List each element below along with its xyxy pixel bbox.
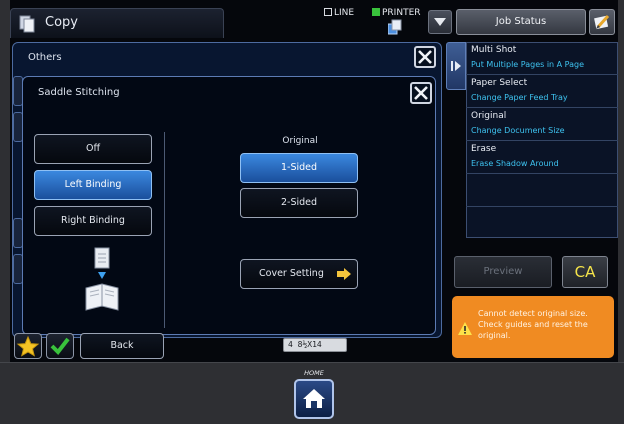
side-item-empty[interactable] bbox=[466, 174, 618, 207]
checkmark-icon bbox=[50, 337, 70, 356]
line-option[interactable]: LINE bbox=[324, 8, 354, 18]
printer-checkbox[interactable] bbox=[372, 8, 380, 16]
side-item-subtitle: Change Paper Feed Tray bbox=[471, 93, 568, 102]
side-item-title: Erase bbox=[471, 144, 497, 154]
right-binding-button[interactable]: Right Binding bbox=[34, 206, 152, 236]
line-checkbox[interactable] bbox=[324, 8, 332, 16]
side-item-title: Paper Select bbox=[471, 78, 528, 88]
edit-button[interactable] bbox=[589, 9, 615, 35]
side-item-paper-select[interactable]: Paper Select Change Paper Feed Tray bbox=[466, 75, 618, 108]
close-icon bbox=[414, 86, 428, 100]
side-item-subtitle: Change Document Size bbox=[471, 126, 565, 135]
side-item-erase[interactable]: Erase Erase Shadow Around bbox=[466, 141, 618, 174]
touch-screen: Copy LINE PRINTER Job Status Others Sadd… bbox=[10, 0, 618, 362]
side-item-empty[interactable] bbox=[466, 207, 618, 237]
job-status-button[interactable]: Job Status bbox=[456, 9, 586, 35]
line-label: LINE bbox=[334, 8, 355, 18]
side-item-title: Original bbox=[471, 111, 507, 121]
clear-all-button[interactable]: CA bbox=[562, 256, 608, 288]
home-label: HOME bbox=[304, 369, 324, 377]
warning-icon bbox=[458, 322, 472, 335]
pencil-icon bbox=[594, 14, 610, 30]
alert-text: Cannot detect original size. Check guide… bbox=[478, 309, 588, 340]
back-button[interactable]: Back bbox=[80, 333, 164, 359]
check-button[interactable] bbox=[46, 333, 74, 359]
printer-label: PRINTER bbox=[382, 8, 421, 18]
expand-panel-button[interactable] bbox=[446, 42, 466, 90]
side-item-title: Multi Shot bbox=[471, 45, 517, 55]
side-item-subtitle: Erase Shadow Around bbox=[471, 159, 559, 168]
play-right-icon bbox=[451, 61, 461, 71]
others-title: Others bbox=[28, 52, 62, 63]
star-icon bbox=[16, 335, 40, 357]
printer-option[interactable]: PRINTER bbox=[372, 8, 421, 18]
saddle-close-button[interactable] bbox=[410, 82, 432, 104]
preview-button[interactable]: Preview bbox=[454, 256, 552, 288]
alert-message: Cannot detect original size. Check guide… bbox=[452, 296, 614, 358]
home-button[interactable] bbox=[294, 379, 334, 419]
side-item-original[interactable]: Original Change Document Size bbox=[466, 108, 618, 141]
side-item-multi-shot[interactable]: Multi Shot Put Multiple Pages in A Page bbox=[466, 42, 618, 75]
original-label: Original bbox=[282, 136, 318, 146]
saddle-stitch-illustration-icon bbox=[85, 247, 119, 311]
cover-setting-label: Cover Setting bbox=[259, 268, 324, 279]
copy-icon bbox=[19, 15, 35, 33]
paper-size-indicator: 4 8½X14 bbox=[283, 338, 347, 352]
arrow-right-icon bbox=[337, 268, 351, 280]
favorites-button[interactable] bbox=[14, 333, 42, 359]
home-icon bbox=[303, 389, 325, 408]
printer-job-icon bbox=[388, 19, 402, 35]
saddle-stitching-title: Saddle Stitching bbox=[38, 87, 120, 98]
cover-setting-button[interactable]: Cover Setting bbox=[240, 259, 358, 289]
copy-mode-tab[interactable]: Copy bbox=[10, 8, 224, 38]
original-1-sided-button[interactable]: 1-Sided bbox=[240, 153, 358, 183]
side-item-subtitle: Put Multiple Pages in A Page bbox=[471, 60, 585, 69]
app-title: Copy bbox=[45, 15, 78, 30]
left-binding-button[interactable]: Left Binding bbox=[34, 170, 152, 200]
binding-off-button[interactable]: Off bbox=[34, 134, 152, 164]
original-2-sided-button[interactable]: 2-Sided bbox=[240, 188, 358, 218]
close-icon bbox=[418, 50, 432, 64]
vertical-divider bbox=[164, 132, 165, 328]
others-close-button[interactable] bbox=[414, 46, 436, 68]
triangle-down-icon bbox=[434, 18, 446, 26]
mode-dropdown-button[interactable] bbox=[428, 10, 452, 34]
